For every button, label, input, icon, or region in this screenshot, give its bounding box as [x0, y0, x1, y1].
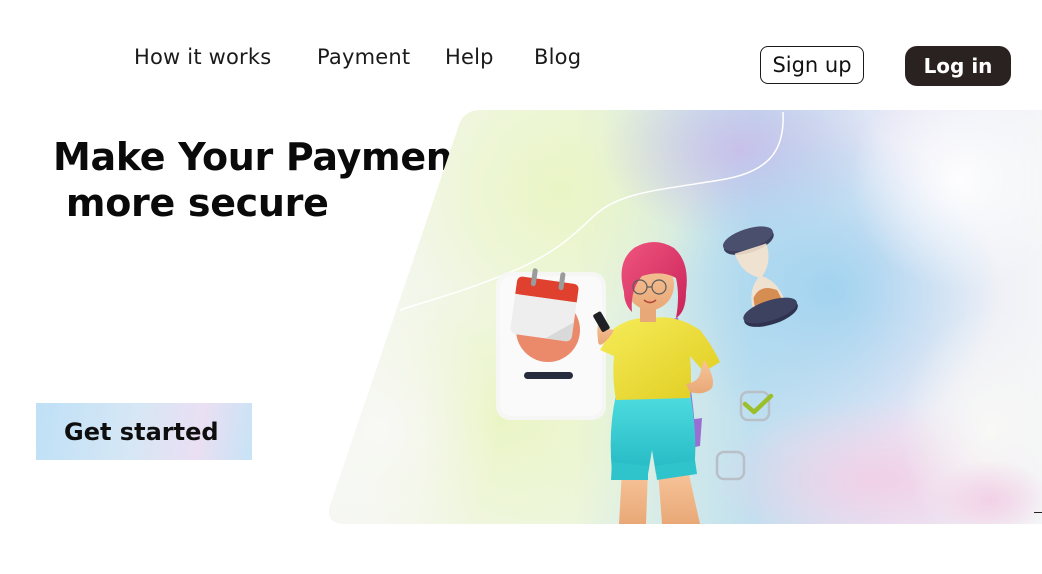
divider-mark — [1034, 512, 1042, 513]
get-started-button[interactable]: Get started — [36, 403, 252, 460]
hero-illustration — [328, 110, 1042, 524]
